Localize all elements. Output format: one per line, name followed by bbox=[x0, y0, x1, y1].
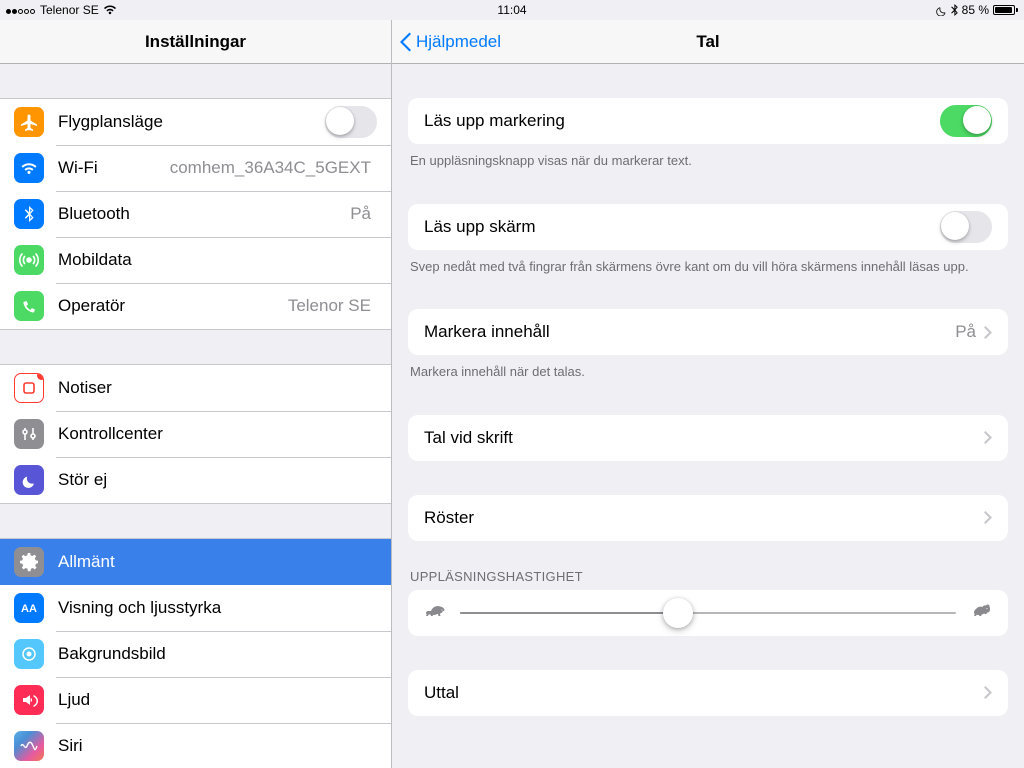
speak-selection-label: Läs upp markering bbox=[424, 111, 940, 131]
detail-scroll[interactable]: Läs upp markering En uppläsningsknapp vi… bbox=[392, 64, 1024, 768]
pronunciation-label: Uttal bbox=[424, 683, 984, 703]
detail-title: Tal bbox=[696, 32, 719, 52]
wifi-value: comhem_36A34C_5GEXT bbox=[170, 158, 371, 178]
wifi-icon bbox=[14, 153, 44, 183]
sound-label: Ljud bbox=[58, 690, 377, 710]
wallpaper-label: Bakgrundsbild bbox=[58, 644, 377, 664]
control-center-label: Kontrollcenter bbox=[58, 424, 377, 444]
sidebar-item-wallpaper[interactable]: Bakgrundsbild bbox=[0, 631, 391, 677]
bluetooth-icon bbox=[14, 199, 44, 229]
sidebar-scroll[interactable]: Flygplansläge Wi-Fi comhem_36A34C_5GEXT … bbox=[0, 64, 391, 768]
general-icon bbox=[14, 547, 44, 577]
dnd-moon-icon bbox=[936, 5, 947, 16]
cellular-icon bbox=[14, 245, 44, 275]
detail-pane: Hjälpmedel Tal Läs upp markering En uppl… bbox=[392, 20, 1024, 768]
row-rate-slider bbox=[408, 590, 1008, 636]
rate-slider[interactable] bbox=[460, 612, 956, 614]
dnd-icon bbox=[14, 465, 44, 495]
sidebar-item-dnd[interactable]: Stör ej bbox=[0, 457, 391, 503]
sidebar-item-cellular[interactable]: Mobildata bbox=[0, 237, 391, 283]
display-label: Visning och ljusstyrka bbox=[58, 598, 377, 618]
carrier-name: Telenor SE bbox=[40, 3, 99, 17]
settings-sidebar: Inställningar Flygplansläge Wi-Fi comhem… bbox=[0, 20, 392, 768]
row-voices[interactable]: Röster bbox=[408, 495, 1008, 541]
notifications-label: Notiser bbox=[58, 378, 377, 398]
siri-icon bbox=[14, 731, 44, 761]
battery-icon bbox=[993, 5, 1018, 15]
cellular-label: Mobildata bbox=[58, 250, 377, 270]
turtle-icon bbox=[424, 602, 446, 623]
highlight-footer: Markera innehåll när det talas. bbox=[392, 355, 1024, 381]
bluetooth-label: Bluetooth bbox=[58, 204, 350, 224]
speak-screen-toggle[interactable] bbox=[940, 211, 992, 243]
sidebar-item-siri[interactable]: Siri bbox=[0, 723, 391, 768]
sidebar-item-sound[interactable]: Ljud bbox=[0, 677, 391, 723]
battery-pct: 85 % bbox=[962, 3, 989, 17]
speak-screen-footer: Svep nedåt med två fingrar från skärmens… bbox=[392, 250, 1024, 276]
chevron-left-icon bbox=[400, 32, 412, 52]
sidebar-item-notifications[interactable]: Notiser bbox=[0, 365, 391, 411]
clock: 11:04 bbox=[497, 3, 526, 17]
back-button[interactable]: Hjälpmedel bbox=[392, 32, 501, 52]
svg-text:AA: AA bbox=[21, 603, 37, 615]
status-bar: Telenor SE 11:04 85 % bbox=[0, 0, 1024, 20]
sidebar-item-wifi[interactable]: Wi-Fi comhem_36A34C_5GEXT bbox=[0, 145, 391, 191]
airplane-icon bbox=[14, 107, 44, 137]
row-pronunciation[interactable]: Uttal bbox=[408, 670, 1008, 716]
status-right: 85 % bbox=[936, 3, 1018, 17]
dnd-label: Stör ej bbox=[58, 470, 377, 490]
wifi-icon bbox=[103, 5, 117, 15]
siri-label: Siri bbox=[58, 736, 377, 756]
highlight-value: På bbox=[955, 322, 976, 342]
chevron-right-icon bbox=[984, 431, 992, 444]
airplane-label: Flygplansläge bbox=[58, 112, 325, 132]
general-label: Allmänt bbox=[58, 552, 377, 572]
phone-icon bbox=[14, 291, 44, 321]
detail-navbar: Hjälpmedel Tal bbox=[392, 20, 1024, 64]
carrier-label: Operatör bbox=[58, 296, 288, 316]
airplane-toggle[interactable] bbox=[325, 106, 377, 138]
sidebar-navbar: Inställningar bbox=[0, 20, 391, 64]
cellular-signal-icon bbox=[6, 3, 36, 17]
sidebar-item-display[interactable]: AA Visning och ljusstyrka bbox=[0, 585, 391, 631]
highlight-label: Markera innehåll bbox=[424, 322, 955, 342]
sound-icon bbox=[14, 685, 44, 715]
bluetooth-value: På bbox=[350, 204, 371, 224]
status-left: Telenor SE bbox=[6, 3, 117, 17]
rate-header: UPPLÄSNINGSHASTIGHET bbox=[408, 569, 1008, 590]
carrier-value: Telenor SE bbox=[288, 296, 371, 316]
row-typing-feedback[interactable]: Tal vid skrift bbox=[408, 415, 1008, 461]
speak-screen-label: Läs upp skärm bbox=[424, 217, 940, 237]
chevron-right-icon bbox=[984, 326, 992, 339]
speak-selection-footer: En uppläsningsknapp visas när du markera… bbox=[392, 144, 1024, 170]
chevron-right-icon bbox=[984, 686, 992, 699]
sidebar-item-control-center[interactable]: Kontrollcenter bbox=[0, 411, 391, 457]
sidebar-title: Inställningar bbox=[145, 32, 246, 52]
row-speak-screen[interactable]: Läs upp skärm bbox=[408, 204, 1008, 250]
typing-feedback-label: Tal vid skrift bbox=[424, 428, 984, 448]
sidebar-item-carrier[interactable]: Operatör Telenor SE bbox=[0, 283, 391, 329]
display-icon: AA bbox=[14, 593, 44, 623]
back-label: Hjälpmedel bbox=[416, 32, 501, 52]
sidebar-item-airplane[interactable]: Flygplansläge bbox=[0, 99, 391, 145]
bluetooth-icon bbox=[951, 4, 958, 16]
sidebar-item-general[interactable]: Allmänt bbox=[0, 539, 391, 585]
chevron-right-icon bbox=[984, 511, 992, 524]
slider-thumb[interactable] bbox=[663, 598, 693, 628]
rabbit-icon bbox=[970, 602, 992, 623]
wifi-label: Wi-Fi bbox=[58, 158, 170, 178]
speak-selection-toggle[interactable] bbox=[940, 105, 992, 137]
control-center-icon bbox=[14, 419, 44, 449]
wallpaper-icon bbox=[14, 639, 44, 669]
row-highlight[interactable]: Markera innehåll På bbox=[408, 309, 1008, 355]
voices-label: Röster bbox=[424, 508, 984, 528]
notifications-icon bbox=[14, 373, 44, 403]
row-speak-selection[interactable]: Läs upp markering bbox=[408, 98, 1008, 144]
sidebar-item-bluetooth[interactable]: Bluetooth På bbox=[0, 191, 391, 237]
